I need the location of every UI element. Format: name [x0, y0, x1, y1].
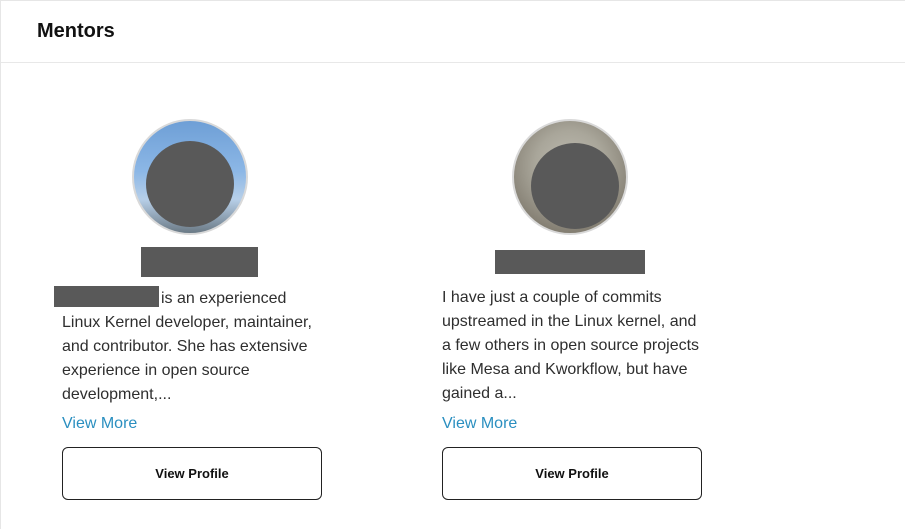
mentor-bio: is an experienced Linux Kernel developer… — [54, 286, 324, 407]
view-profile-button[interactable]: View Profile — [442, 447, 702, 500]
view-profile-button[interactable]: View Profile — [62, 447, 322, 500]
view-more-link[interactable]: View More — [62, 415, 137, 433]
panel-header: Mentors — [1, 1, 905, 63]
mentors-panel: Mentors is an experienced Linux Kernel d… — [0, 0, 905, 529]
redacted-mentor-name — [495, 250, 645, 274]
redacted-face-overlay — [146, 141, 234, 227]
redacted-mentor-name — [141, 247, 258, 277]
panel-title: Mentors — [37, 20, 115, 42]
redacted-name-inline — [54, 286, 159, 307]
redacted-face-overlay — [531, 143, 619, 229]
mentor-avatar[interactable] — [512, 119, 628, 235]
mentor-avatar[interactable] — [132, 119, 248, 235]
view-more-link[interactable]: View More — [442, 415, 517, 433]
mentor-bio-text: I have just a couple of commits upstream… — [442, 289, 700, 402]
mentor-bio: I have just a couple of commits upstream… — [442, 286, 704, 406]
